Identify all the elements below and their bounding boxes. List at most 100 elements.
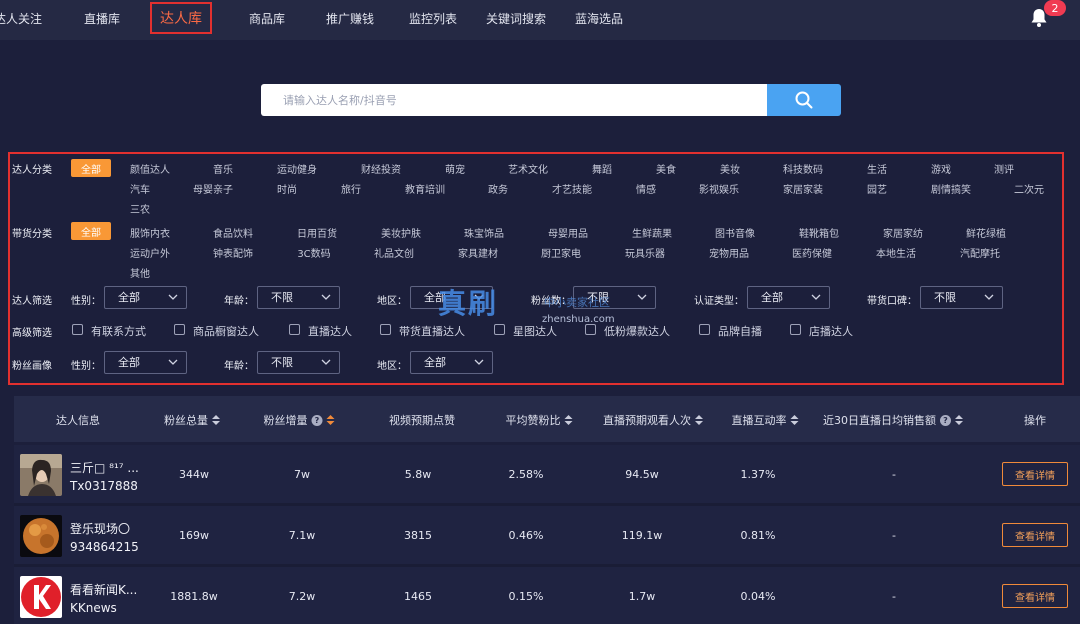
- category-tag[interactable]: 政务: [488, 181, 508, 196]
- category-tag[interactable]: 美食: [656, 161, 676, 176]
- category-tag[interactable]: 家居家装: [783, 181, 823, 196]
- search-button[interactable]: [767, 84, 841, 116]
- goods-tag[interactable]: 礼品文创: [374, 245, 414, 260]
- goods-tag[interactable]: 美妆护肤: [381, 225, 421, 240]
- fans-region-select[interactable]: 全部: [410, 351, 493, 374]
- help-icon[interactable]: ?: [311, 414, 323, 426]
- nav-item-follow[interactable]: 达人关注: [0, 10, 42, 27]
- goods-tag[interactable]: 3C数码: [297, 245, 330, 260]
- category-tag[interactable]: 游戏: [931, 161, 951, 176]
- avatar[interactable]: [20, 576, 62, 618]
- category-tag[interactable]: 情感: [636, 181, 656, 196]
- nav-item-monitor-list[interactable]: 监控列表: [409, 10, 457, 27]
- category-tag[interactable]: 颜值达人: [130, 161, 170, 176]
- col-daily-sales[interactable]: 近30日直播日均销售额?: [823, 412, 963, 428]
- category-tag[interactable]: 生活: [867, 161, 887, 176]
- help-icon[interactable]: ?: [940, 414, 951, 426]
- goods-tag[interactable]: 运动户外: [130, 245, 170, 260]
- view-details-button[interactable]: 查看详情: [1002, 584, 1068, 608]
- category-tag[interactable]: 园艺: [867, 181, 887, 196]
- category-tag[interactable]: 萌宠: [445, 161, 465, 176]
- goods-tag[interactable]: 鞋靴箱包: [799, 225, 839, 240]
- category-tag[interactable]: 时尚: [277, 181, 297, 196]
- influencer-name[interactable]: 看看新闻K...: [70, 581, 137, 598]
- goods-tag[interactable]: 玩具乐器: [625, 245, 665, 260]
- view-details-button[interactable]: 查看详情: [1002, 462, 1068, 486]
- sort-icon[interactable]: [695, 415, 703, 425]
- goods-tag[interactable]: 服饰内衣: [130, 225, 170, 240]
- category-tag[interactable]: 影视娱乐: [699, 181, 739, 196]
- category-tag[interactable]: 旅行: [341, 181, 361, 196]
- category-tag[interactable]: 舞蹈: [592, 161, 612, 176]
- category-tag[interactable]: 剧情搞笑: [931, 181, 971, 196]
- xingtu-checkbox[interactable]: [494, 324, 505, 335]
- sort-icon[interactable]: [564, 415, 573, 425]
- nav-item-promote[interactable]: 推广赚钱: [326, 10, 374, 27]
- search-input[interactable]: [261, 84, 767, 116]
- goods-tag[interactable]: 鲜花绿植: [966, 225, 1006, 240]
- verification-select[interactable]: 全部: [747, 286, 830, 309]
- goods-tag[interactable]: 日用百货: [297, 225, 337, 240]
- goods-tag[interactable]: 厨卫家电: [541, 245, 581, 260]
- region-select[interactable]: 全部: [410, 286, 493, 309]
- goods-tag[interactable]: 母婴用品: [548, 225, 588, 240]
- category-tag[interactable]: 财经投资: [361, 161, 401, 176]
- col-like-fan-ratio[interactable]: 平均赞粉比: [506, 412, 573, 428]
- fans-age-select[interactable]: 不限: [257, 351, 340, 374]
- category-tag[interactable]: 运动健身: [277, 161, 317, 176]
- category-tag[interactable]: 美妆: [720, 161, 740, 176]
- goods-tag[interactable]: 家具建材: [458, 245, 498, 260]
- category-tag[interactable]: 才艺技能: [552, 181, 592, 196]
- sort-icon[interactable]: [326, 415, 335, 425]
- reputation-select[interactable]: 不限: [920, 286, 1003, 309]
- gender-select[interactable]: 全部: [104, 286, 187, 309]
- sort-icon[interactable]: [790, 415, 799, 425]
- goods-tag[interactable]: 医药保健: [792, 245, 832, 260]
- avatar[interactable]: [20, 454, 62, 496]
- col-fans-total[interactable]: 粉丝总量: [164, 412, 220, 428]
- goods-tag[interactable]: 汽配摩托: [960, 245, 1000, 260]
- col-live-views[interactable]: 直播预期观看人次: [603, 412, 703, 428]
- category-tag[interactable]: 音乐: [213, 161, 233, 176]
- low-fans-hit-checkbox[interactable]: [585, 324, 596, 335]
- contact-checkbox[interactable]: [72, 324, 83, 335]
- category-tag[interactable]: 教育培训: [405, 181, 445, 196]
- nav-item-influencer-library[interactable]: 达人库: [150, 2, 212, 34]
- goods-tag[interactable]: 本地生活: [876, 245, 916, 260]
- showcase-checkbox[interactable]: [174, 324, 185, 335]
- category-tag[interactable]: 艺术文化: [508, 161, 548, 176]
- category-tag[interactable]: 三农: [130, 201, 150, 216]
- influencer-name[interactable]: 登乐现场〇: [70, 520, 130, 537]
- goods-tag[interactable]: 图书音像: [715, 225, 755, 240]
- live-checkbox[interactable]: [289, 324, 300, 335]
- brand-live-checkbox[interactable]: [699, 324, 710, 335]
- sort-icon[interactable]: [212, 415, 220, 425]
- sort-icon[interactable]: [955, 415, 963, 425]
- nav-item-keyword-search[interactable]: 关键词搜索: [486, 10, 546, 27]
- fans-gender-select[interactable]: 全部: [104, 351, 187, 374]
- goods-tag[interactable]: 珠宝饰品: [464, 225, 504, 240]
- goods-tag[interactable]: 宠物用品: [709, 245, 749, 260]
- category-tag-all[interactable]: 全部: [71, 159, 111, 177]
- nav-item-product-library[interactable]: 商品库: [249, 10, 285, 27]
- view-details-button[interactable]: 查看详情: [1002, 523, 1068, 547]
- category-tag[interactable]: 测评: [994, 161, 1014, 176]
- category-tag[interactable]: 汽车: [130, 181, 150, 196]
- category-tag[interactable]: 二次元: [1014, 181, 1044, 196]
- nav-item-blue-ocean[interactable]: 蓝海选品: [575, 10, 623, 27]
- age-select[interactable]: 不限: [257, 286, 340, 309]
- goods-tag[interactable]: 钟表配饰: [213, 245, 253, 260]
- goods-tag[interactable]: 食品饮料: [213, 225, 253, 240]
- category-tag[interactable]: 母婴亲子: [193, 181, 233, 196]
- goods-tag[interactable]: 生鲜蔬果: [632, 225, 672, 240]
- category-tag[interactable]: 科技数码: [783, 161, 823, 176]
- fans-count-select[interactable]: 不限: [573, 286, 656, 309]
- store-live-checkbox[interactable]: [790, 324, 801, 335]
- influencer-name[interactable]: 三斤□ ⁸¹⁷ ...: [70, 459, 139, 476]
- goods-tag[interactable]: 其他: [130, 265, 150, 280]
- col-fans-growth[interactable]: 粉丝增量?: [264, 412, 335, 428]
- live-selling-checkbox[interactable]: [380, 324, 391, 335]
- nav-item-live-library[interactable]: 直播库: [84, 10, 120, 27]
- goods-tag-all[interactable]: 全部: [71, 222, 111, 240]
- avatar[interactable]: [20, 515, 62, 557]
